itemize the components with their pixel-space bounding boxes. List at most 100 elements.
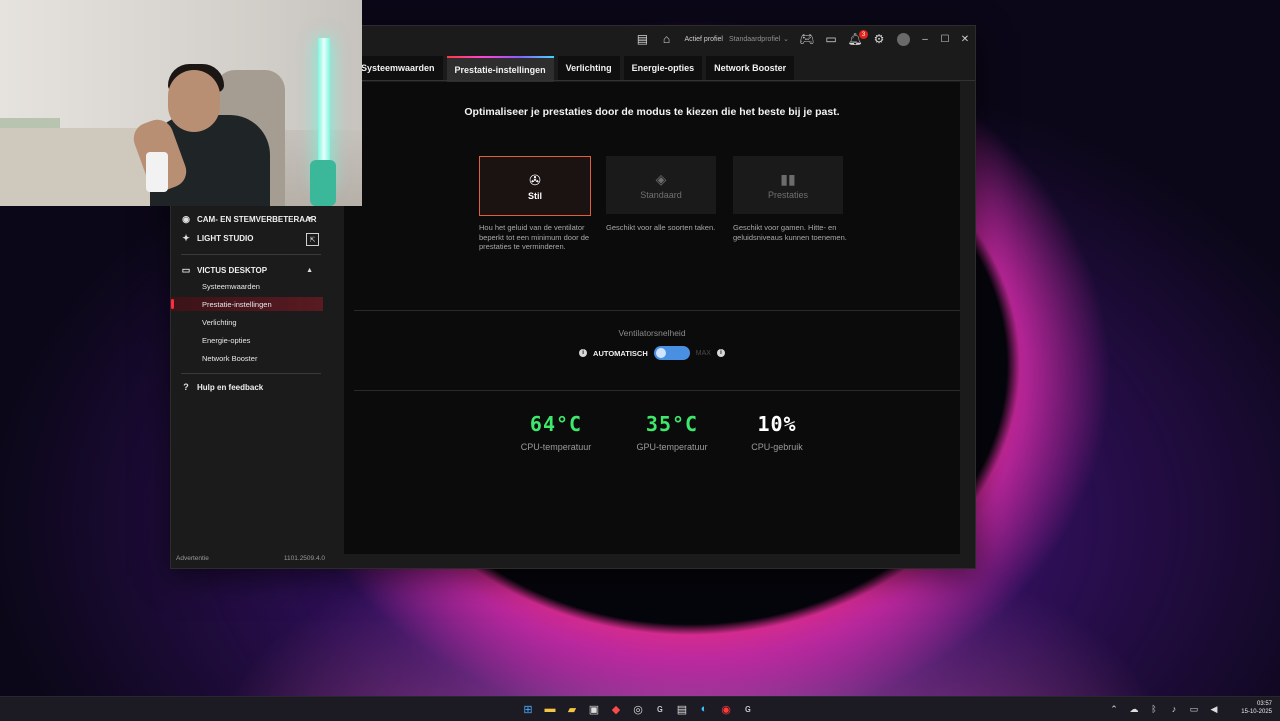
- edge-icon[interactable]: ◐: [696, 701, 712, 717]
- sidebar-sub-network-booster[interactable]: Network Booster: [202, 354, 257, 363]
- taskbar-clock[interactable]: 03:57 15-10-2025: [1241, 700, 1272, 716]
- page-headline: Optimaliseer je prestaties door de modus…: [464, 106, 840, 118]
- mode-description-standaard: Geschikt voor alle soorten taken.: [606, 223, 716, 232]
- mode-card-prestaties[interactable]: ▮▮ Prestaties: [733, 156, 843, 214]
- sidebar-sub-prestatie-instellingen[interactable]: Prestatie-instellingen: [171, 297, 323, 311]
- tab-systeemwaarden[interactable]: Systeemwaarden: [351, 56, 443, 80]
- fan-speed-control: i AUTOMATISCH MAX i: [344, 346, 960, 360]
- profile-dropdown-value: Standaardprofiel: [729, 35, 781, 43]
- stat-label: GPU-temperatuur: [636, 442, 708, 452]
- mode-card-standaard[interactable]: ◈ Standaard: [606, 156, 716, 214]
- mode-label: Prestaties: [767, 189, 809, 200]
- sidebar-item-label: Hulp en feedback: [197, 382, 264, 392]
- mode-label: Stil: [527, 190, 542, 201]
- webcam-overlay: [0, 0, 362, 206]
- tab-energie-opties[interactable]: Energie-opties: [623, 56, 703, 80]
- sidebar-sub-label: Prestatie-instellingen: [202, 299, 272, 309]
- chevron-up-icon: ▲: [306, 266, 313, 274]
- omen-icon[interactable]: ◆: [608, 701, 624, 717]
- github-icon[interactable]: ◎: [630, 701, 646, 717]
- sparkle-icon: ✦: [182, 232, 190, 243]
- tab-verlichting[interactable]: Verlichting: [557, 56, 620, 80]
- clock-date: 15-10-2025: [1241, 709, 1272, 715]
- avatar: [896, 32, 910, 46]
- microphone-icon[interactable]: ♪: [1168, 701, 1180, 717]
- fan-speed-toggle[interactable]: [653, 346, 690, 360]
- notification-button[interactable]: 🔔︎ 3: [844, 28, 868, 50]
- logitech-icon[interactable]: ɢ: [652, 701, 668, 717]
- stat-value: 35°C: [645, 412, 699, 436]
- section-divider: [354, 310, 960, 311]
- diamond-icon: ◈: [655, 170, 667, 187]
- ad-label: Advertentie: [176, 555, 209, 562]
- sidebar-item-cam[interactable]: ◉ CAM- EN STEMVERBETERAAR ▼: [181, 214, 321, 224]
- taskbar-apps: ⊞ ▬ ▰ ▣ ◆ ◎ ɢ ▤ ◐ ◉ ɢ: [520, 697, 756, 721]
- display-icon[interactable]: ▭: [820, 28, 842, 50]
- stat-value: 64°C: [529, 412, 583, 436]
- sidebar-divider: [181, 254, 321, 255]
- stat-label: CPU-temperatuur: [520, 442, 592, 452]
- active-indicator: [171, 299, 174, 309]
- sidebar-sub-energie-opties[interactable]: Energie-opties: [202, 336, 250, 345]
- minimize-button[interactable]: –: [915, 34, 935, 45]
- info-icon[interactable]: i: [716, 349, 725, 357]
- fan-icon: ✇: [529, 171, 541, 188]
- speaker-icon[interactable]: ◀: [1208, 701, 1220, 717]
- file-explorer-icon[interactable]: ▬: [542, 701, 558, 717]
- library-icon[interactable]: ▤: [631, 28, 653, 50]
- app-icon[interactable]: ▣: [586, 701, 602, 717]
- chevron-down-icon: ▼: [306, 215, 313, 223]
- sidebar-sub-verlichting[interactable]: Verlichting: [202, 318, 237, 327]
- gear-icon[interactable]: ⚙: [868, 28, 890, 50]
- active-profile-label: Actief profiel: [684, 35, 723, 43]
- clock-time: 03:57: [1256, 701, 1272, 707]
- sidebar-item-label: VICTUS DESKTOP: [197, 265, 268, 275]
- notification-badge: 3: [859, 30, 868, 39]
- camera-icon: ◉: [182, 213, 190, 224]
- mode-description-stil: Hou het geluid van de ventilator beperkt…: [479, 223, 590, 251]
- sidebar-item-help[interactable]: ? Hulp en feedback: [181, 382, 263, 392]
- toggle-knob: [655, 348, 666, 358]
- tab-bar: Systeemwaarden Prestatie-instellingen Ve…: [351, 56, 795, 82]
- notepad-icon[interactable]: ▤: [674, 701, 690, 717]
- main-content: Optimaliseer je prestaties door de modus…: [344, 82, 960, 554]
- g-hub-icon[interactable]: ɢ: [740, 701, 756, 717]
- fan-auto-label: AUTOMATISCH: [593, 348, 648, 358]
- cloud-icon[interactable]: ☁: [1128, 701, 1140, 717]
- gamepad-icon[interactable]: 🎮︎: [796, 28, 818, 50]
- windows-start-icon[interactable]: ⊞: [520, 701, 536, 717]
- stat-cpu-usage: 10% CPU-gebruik: [722, 412, 832, 452]
- version-label: 1101.2509.4.0: [283, 555, 325, 562]
- network-icon[interactable]: ▭: [1188, 701, 1200, 717]
- chevron-up-icon[interactable]: ⌃: [1108, 701, 1120, 717]
- webcam-head: [168, 70, 220, 132]
- folder-icon[interactable]: ▰: [564, 701, 580, 717]
- sidebar: ◉ CAM- EN STEMVERBETERAAR ▼ ✦ LIGHT STUD…: [171, 206, 329, 568]
- tab-divider: [351, 80, 975, 81]
- chevron-down-icon: ⌄: [783, 36, 789, 43]
- info-icon[interactable]: i: [579, 349, 588, 357]
- close-button[interactable]: ✕: [955, 34, 975, 45]
- sidebar-item-label: CAM- EN STEMVERBETERAAR: [197, 214, 317, 224]
- taskbar: ⊞ ▬ ▰ ▣ ◆ ◎ ɢ ▤ ◐ ◉ ɢ ⌃ ☁ ᛒ ♪ ▭ ◀ 03:57 …: [0, 696, 1280, 721]
- tab-prestatie-instellingen[interactable]: Prestatie-instellingen: [446, 56, 554, 82]
- mode-card-stil[interactable]: ✇ Stil: [479, 156, 591, 216]
- stat-label: CPU-gebruik: [751, 442, 803, 452]
- home-icon[interactable]: ⌂: [655, 28, 677, 50]
- sidebar-item-victus-desktop[interactable]: ▭ VICTUS DESKTOP ▲: [181, 265, 321, 275]
- webcam-cup: [146, 152, 168, 192]
- sidebar-sub-systeemwaarden[interactable]: Systeemwaarden: [202, 282, 260, 291]
- external-link-icon[interactable]: ⇱: [306, 233, 319, 246]
- bar-chart-icon: ▮▮: [780, 170, 796, 187]
- bluetooth-icon[interactable]: ᛒ: [1148, 701, 1160, 717]
- account-button[interactable]: [892, 28, 914, 50]
- maximize-button[interactable]: ☐: [935, 34, 955, 45]
- sidebar-divider: [181, 373, 321, 374]
- profile-dropdown[interactable]: Standaardprofiel ⌄: [729, 32, 789, 46]
- sidebar-item-light-studio[interactable]: ✦ LIGHT STUDIO: [181, 233, 321, 243]
- red-app-icon[interactable]: ◉: [718, 701, 734, 717]
- sidebar-item-label: LIGHT STUDIO: [197, 233, 254, 243]
- tab-network-booster[interactable]: Network Booster: [706, 56, 795, 80]
- section-divider: [354, 390, 960, 391]
- monitor-icon: ▭: [181, 264, 191, 275]
